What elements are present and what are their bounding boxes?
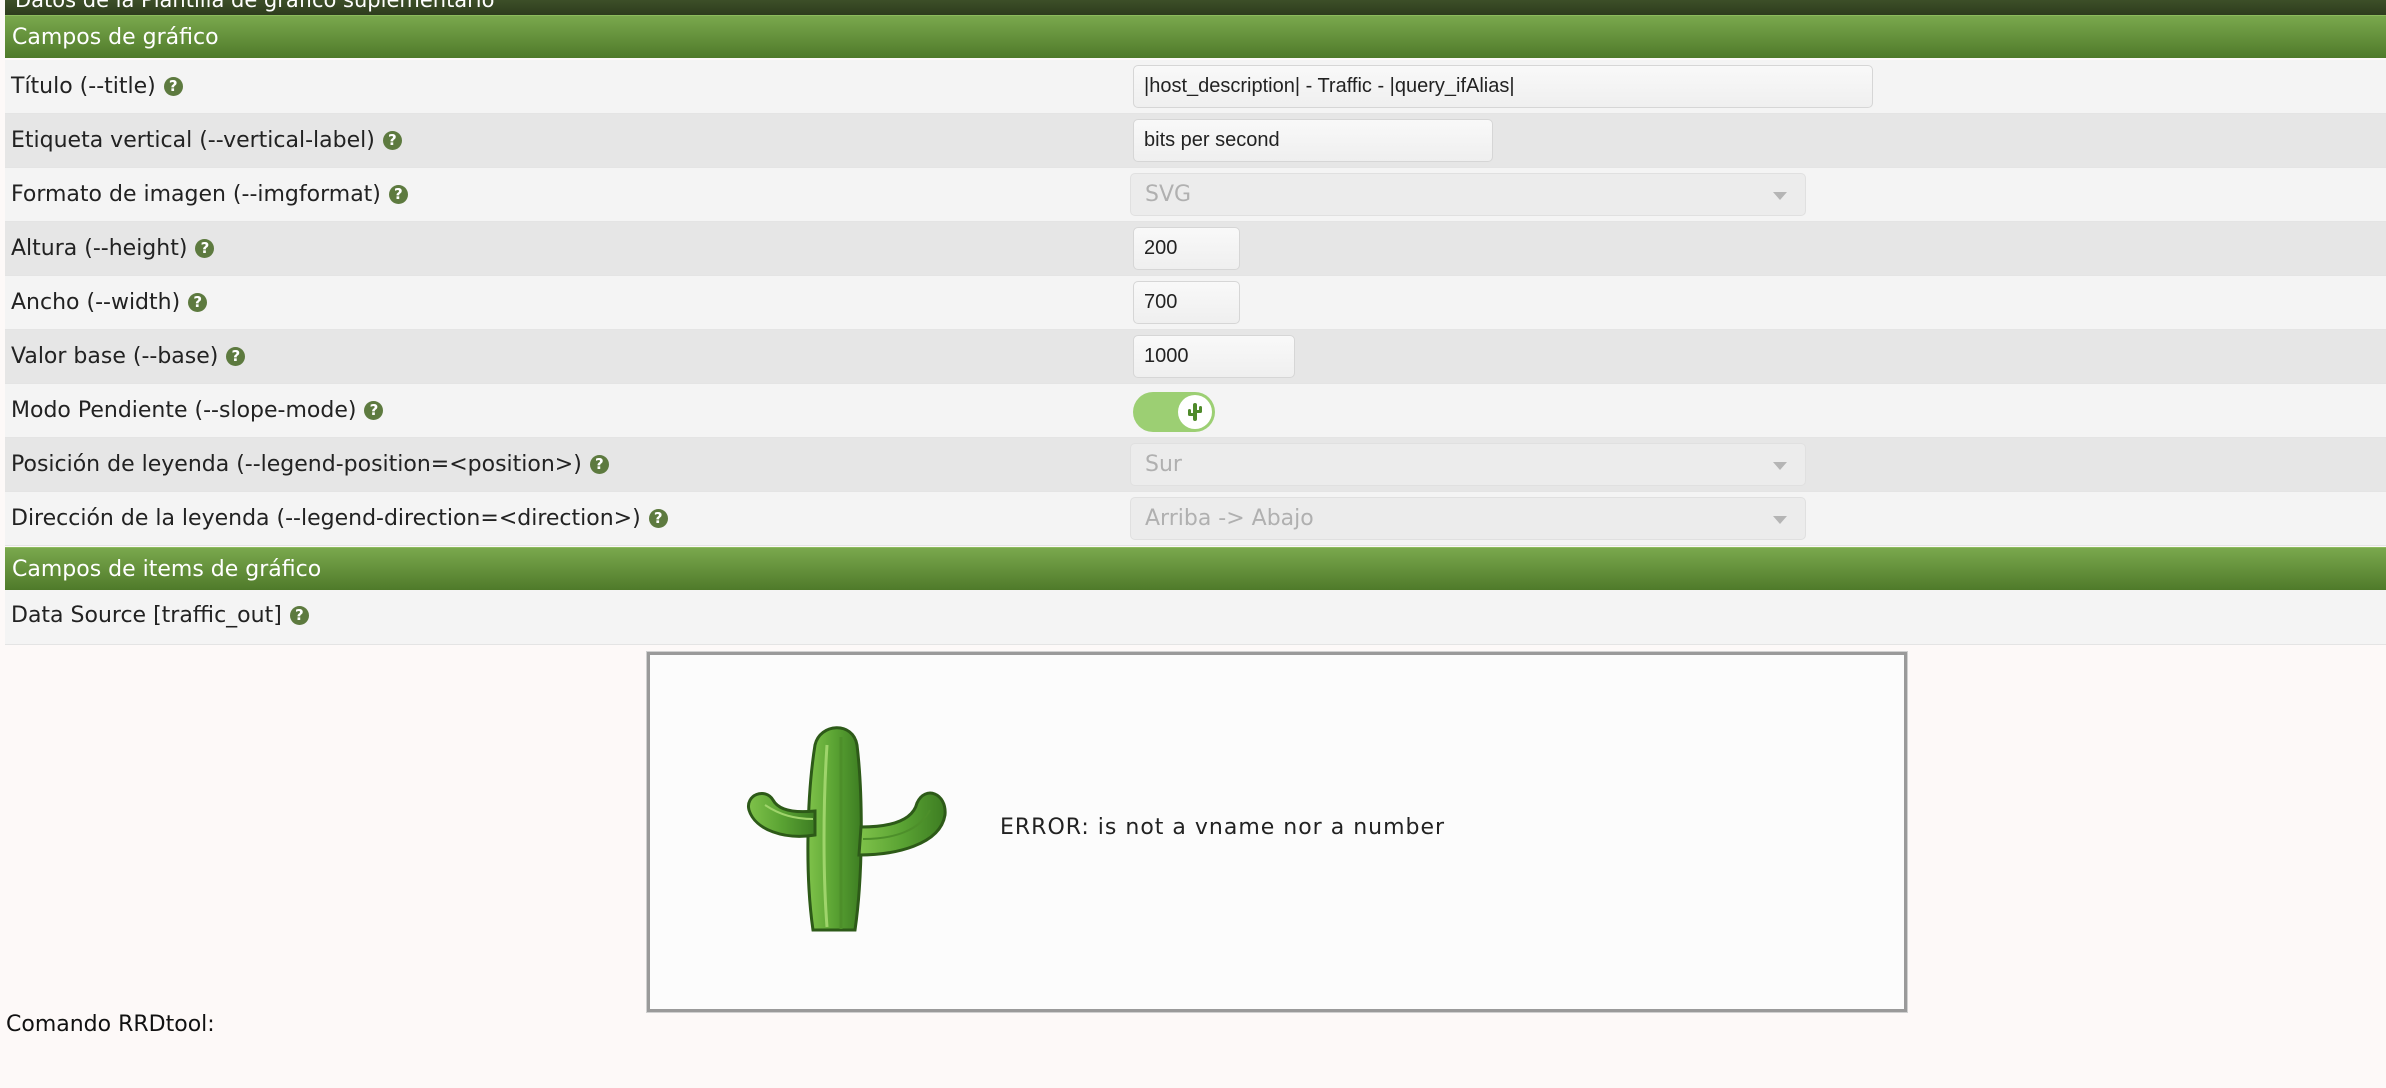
toggle-knob (1178, 395, 1212, 429)
row-title: Título (--title)? |host_description| - T… (5, 60, 2386, 114)
vertical-label-input[interactable]: bits per second (1133, 119, 1493, 162)
help-icon[interactable]: ? (188, 293, 208, 312)
help-icon[interactable]: ? (364, 401, 384, 420)
width-label: Ancho (--width) (11, 290, 181, 315)
chevron-down-icon (1773, 192, 1787, 200)
help-icon[interactable]: ? (163, 77, 183, 96)
height-input[interactable]: 200 (1133, 227, 1240, 270)
section-graph-item-fields: Campos de items de gráfico (5, 547, 2386, 590)
row-base-value: Valor base (--base)? 1000 (5, 330, 2386, 384)
cactus-icon (1188, 403, 1202, 421)
height-label: Altura (--height) (11, 236, 188, 261)
chevron-down-icon (1773, 516, 1787, 524)
title-label: Título (--title) (11, 74, 156, 99)
row-slope-mode: Modo Pendiente (--slope-mode)? (5, 384, 2386, 438)
row-vertical-label: Etiqueta vertical (--vertical-label)? bi… (5, 114, 2386, 168)
help-icon[interactable]: ? (226, 347, 246, 366)
legend-position-label: Posición de leyenda (--legend-position=<… (11, 452, 582, 477)
help-icon[interactable]: ? (289, 606, 309, 625)
row-legend-position: Posición de leyenda (--legend-position=<… (5, 438, 2386, 492)
vertical-label-label: Etiqueta vertical (--vertical-label) (11, 128, 375, 153)
title-input[interactable]: |host_description| - Traffic - |query_if… (1133, 65, 1873, 108)
chevron-down-icon (1773, 462, 1787, 470)
error-message: ERROR: is not a vname nor a number (1000, 815, 1446, 840)
help-icon[interactable]: ? (589, 455, 609, 474)
help-icon[interactable]: ? (382, 131, 402, 150)
cactus-mascot (747, 726, 947, 932)
row-width: Ancho (--width)? 700 (5, 276, 2386, 330)
help-icon[interactable]: ? (195, 239, 215, 258)
section-graph-item-fields-title: Campos de items de gráfico (12, 557, 322, 582)
data-source-label: Data Source [traffic_out] (11, 603, 282, 628)
row-height: Altura (--height)? 200 (5, 222, 2386, 276)
base-value-input[interactable]: 1000 (1133, 335, 1295, 378)
slope-mode-label: Modo Pendiente (--slope-mode) (11, 398, 357, 423)
help-icon[interactable]: ? (648, 509, 668, 528)
row-legend-direction: Dirección de la leyenda (--legend-direct… (5, 492, 2386, 546)
slope-mode-toggle[interactable] (1133, 392, 1215, 432)
section-graph-fields-title: Campos de gráfico (12, 25, 219, 50)
image-format-label: Formato de imagen (--imgformat) (11, 182, 381, 207)
legend-direction-value: Arriba -> Abajo (1145, 506, 1314, 531)
width-input[interactable]: 700 (1133, 281, 1240, 324)
template-header-title: Datos de la Plantilla de gráfico supleme… (15, 0, 495, 12)
image-format-value: SVG (1145, 182, 1192, 207)
row-image-format: Formato de imagen (--imgformat)? SVG (5, 168, 2386, 222)
graph-preview: ERROR: is not a vname nor a number (646, 651, 1908, 1013)
rrdtool-command-label: Comando RRDtool: (6, 1012, 215, 1037)
legend-direction-select[interactable]: Arriba -> Abajo (1130, 497, 1806, 540)
row-data-source: Data Source [traffic_out]? (5, 590, 2386, 645)
image-format-select[interactable]: SVG (1130, 173, 1806, 216)
help-icon[interactable]: ? (388, 185, 408, 204)
legend-position-value: Sur (1145, 452, 1182, 477)
base-value-label: Valor base (--base) (11, 344, 219, 369)
legend-direction-label: Dirección de la leyenda (--legend-direct… (11, 506, 641, 531)
section-graph-fields: Campos de gráfico (5, 15, 2386, 58)
legend-position-select[interactable]: Sur (1130, 443, 1806, 486)
